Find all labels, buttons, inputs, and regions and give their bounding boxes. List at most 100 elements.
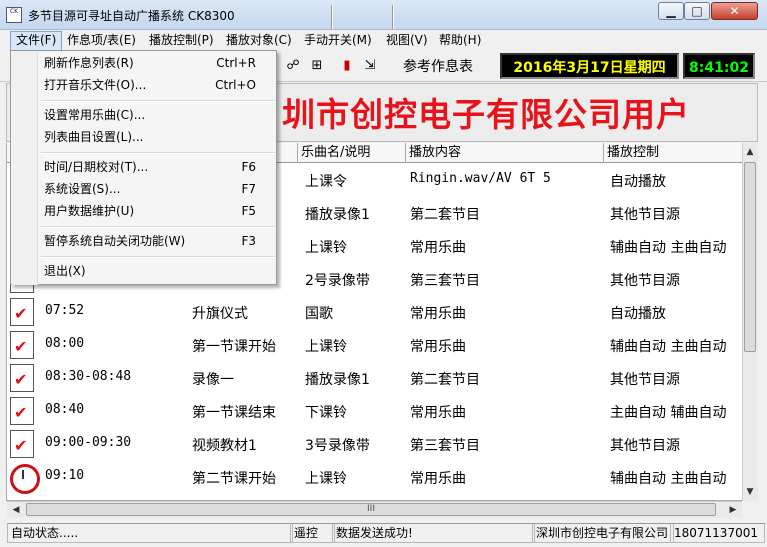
cell-control: 辅曲自动 主曲自动 [610, 240, 727, 256]
cell-name: 录像一 [192, 372, 234, 388]
cell-content: 常用乐曲 [410, 339, 466, 355]
cell-control: 自动播放 [610, 306, 666, 322]
table-row[interactable]: 09:10 第二节课开始 上课铃 常用乐曲 辅曲自动 主曲自动 [7, 460, 742, 494]
cell-music: 上课铃 [305, 240, 347, 256]
menu-manual-switch[interactable]: 手动开关(M) [299, 31, 377, 49]
lookup-icon[interactable]: ☍ [284, 57, 302, 75]
header-content[interactable]: 播放内容 [405, 143, 607, 163]
horizontal-scroll-thumb[interactable]: III [26, 503, 716, 516]
table-row[interactable]: 08:00 第一节课开始 上课铃 常用乐曲 辅曲自动 主曲自动 [7, 328, 742, 361]
table-row[interactable]: 08:40 第一节课结束 下课铃 常用乐曲 主曲自动 辅曲自动 [7, 394, 742, 427]
schedule-doc-icon [10, 298, 34, 326]
cell-music: 上课铃 [305, 471, 347, 487]
cell-time: 09:00-09:30 [45, 435, 132, 450]
menu-file[interactable]: 文件(F) [10, 31, 63, 51]
menu-separator [41, 256, 275, 258]
speaker-icon [10, 430, 34, 458]
cell-content: 常用乐曲 [410, 471, 466, 487]
menu-system-settings[interactable]: 系统设置(S)... F7 [12, 178, 276, 200]
schedule-doc-icon [10, 397, 34, 425]
cell-name: 第二节课开始 [192, 471, 276, 487]
scroll-up-arrow[interactable]: ▲ [742, 144, 758, 160]
menu-set-common-music[interactable]: 设置常用乐曲(C)... [12, 104, 276, 126]
menu-bar: 文件(F) 作息项/表(E) 播放控制(P) 播放对象(C) 手动开关(M) 视… [0, 30, 767, 51]
schedule-doc-icon [10, 364, 34, 392]
close-button[interactable]: ✕ [711, 2, 758, 20]
cell-control: 主曲自动 辅曲自动 [610, 405, 727, 421]
exit-door-icon[interactable]: ⇲ [361, 57, 379, 75]
menu-open-music-file[interactable]: 打开音乐文件(O)... Ctrl+O [12, 74, 276, 96]
schedule-doc-icon [10, 331, 34, 359]
menu-pause-auto-shutdown[interactable]: 暂停系统自动关闭功能(W) F3 [12, 230, 276, 252]
scroll-down-arrow[interactable]: ▼ [742, 484, 758, 500]
menu-time-date-calibration[interactable]: 时间/日期校对(T)... F6 [12, 156, 276, 178]
menu-separator [41, 100, 275, 102]
status-message: 数据发送成功! [332, 523, 535, 543]
cell-music: 3号录像带 [305, 438, 370, 454]
cell-content: 常用乐曲 [410, 306, 466, 322]
status-bar: 自动状态..... 遥控 数据发送成功! 深圳市创控电子有限公司 1807113… [0, 520, 767, 547]
vertical-scroll-thumb[interactable] [744, 162, 756, 352]
cell-music: 2号录像带 [305, 273, 370, 289]
cell-control: 辅曲自动 主曲自动 [610, 339, 727, 355]
menu-separator [41, 226, 275, 228]
cell-music: 播放录像1 [305, 372, 370, 388]
cell-music: 上课令 [305, 174, 347, 190]
cell-time: 08:00 [45, 336, 85, 351]
scroll-right-arrow[interactable]: ▶ [725, 502, 741, 518]
toolbar-separator [331, 5, 333, 29]
cell-control: 其他节目源 [610, 273, 680, 289]
status-company: 深圳市创控电子有限公司 [532, 523, 674, 543]
cell-name: 第一节课结束 [192, 405, 276, 421]
menu-help[interactable]: 帮助(H) [434, 31, 486, 49]
scroll-left-arrow[interactable]: ◀ [8, 502, 24, 518]
cell-time: 09:10 [45, 468, 85, 483]
table-row[interactable]: 07:52 升旗仪式 国歌 常用乐曲 自动播放 [7, 295, 742, 328]
menu-playback-target[interactable]: 播放对象(C) [221, 31, 297, 49]
table-row[interactable]: 08:30-08:48 录像一 播放录像1 第二套节目 其他节目源 [7, 361, 742, 394]
cell-name: 视频教材1 [192, 438, 257, 454]
toolbar-separator [392, 5, 394, 29]
cell-music: 国歌 [305, 306, 333, 322]
table-row[interactable]: 09:00-09:30 视频教材1 3号录像带 第三套节目 其他节目源 [7, 427, 742, 460]
cell-music: 下课铃 [305, 405, 347, 421]
menu-exit[interactable]: 退出(X) [12, 260, 276, 282]
cell-music: 上课铃 [305, 339, 347, 355]
menu-playback-control[interactable]: 播放控制(P) [144, 31, 219, 49]
time-display: 8:41:02 [683, 53, 755, 79]
cell-content: 常用乐曲 [410, 405, 466, 421]
reference-schedule-label: 参考作息表 [403, 59, 473, 75]
book-icon[interactable]: ▮ [338, 57, 356, 75]
status-state: 自动状态..... [7, 523, 293, 543]
menu-refresh-schedule[interactable]: 刷新作息列表(R) Ctrl+R [12, 52, 276, 74]
menu-separator [41, 152, 275, 154]
cell-time: 08:40 [45, 402, 85, 417]
menu-view[interactable]: 视图(V) [381, 31, 433, 49]
cell-content: 第三套节目 [410, 273, 480, 289]
date-display: 2016年3月17日星期四 [500, 53, 679, 79]
cell-music: 播放录像1 [305, 207, 370, 223]
cell-content: 第二套节目 [410, 372, 480, 388]
status-phone: 18071137001 [670, 523, 765, 543]
cell-content: 第二套节目 [410, 207, 480, 223]
network-icon[interactable]: ⊞ [308, 57, 326, 75]
header-control[interactable]: 播放控制 [603, 143, 746, 163]
header-music[interactable]: 乐曲名/说明 [297, 143, 409, 163]
cell-content: Ringin.wav/AV 6T 5 [410, 171, 551, 186]
cell-content: 第三套节目 [410, 438, 480, 454]
banner-text: 圳市创控电子有限公司用户 [282, 95, 690, 134]
menu-list-track-settings[interactable]: 列表曲目设置(L)... [12, 126, 276, 148]
menu-user-data-maintenance[interactable]: 用户数据维护(U) F5 [12, 200, 276, 222]
file-menu-dropdown: 刷新作息列表(R) Ctrl+R 打开音乐文件(O)... Ctrl+O 设置常用乐… [10, 50, 277, 285]
cell-control: 其他节目源 [610, 372, 680, 388]
menu-schedule[interactable]: 作息项/表(E) [62, 31, 141, 49]
cell-content: 常用乐曲 [410, 240, 466, 256]
cell-name: 第一节课开始 [192, 339, 276, 355]
cell-control: 辅曲自动 主曲自动 [610, 471, 727, 487]
cell-time: 08:30-08:48 [45, 369, 132, 384]
cell-control: 其他节目源 [610, 438, 680, 454]
maximize-button[interactable]: □ [684, 2, 710, 20]
cell-name: 升旗仪式 [192, 306, 248, 322]
app-icon: CK [6, 7, 22, 23]
minimize-button[interactable]: ▁ [658, 2, 684, 20]
